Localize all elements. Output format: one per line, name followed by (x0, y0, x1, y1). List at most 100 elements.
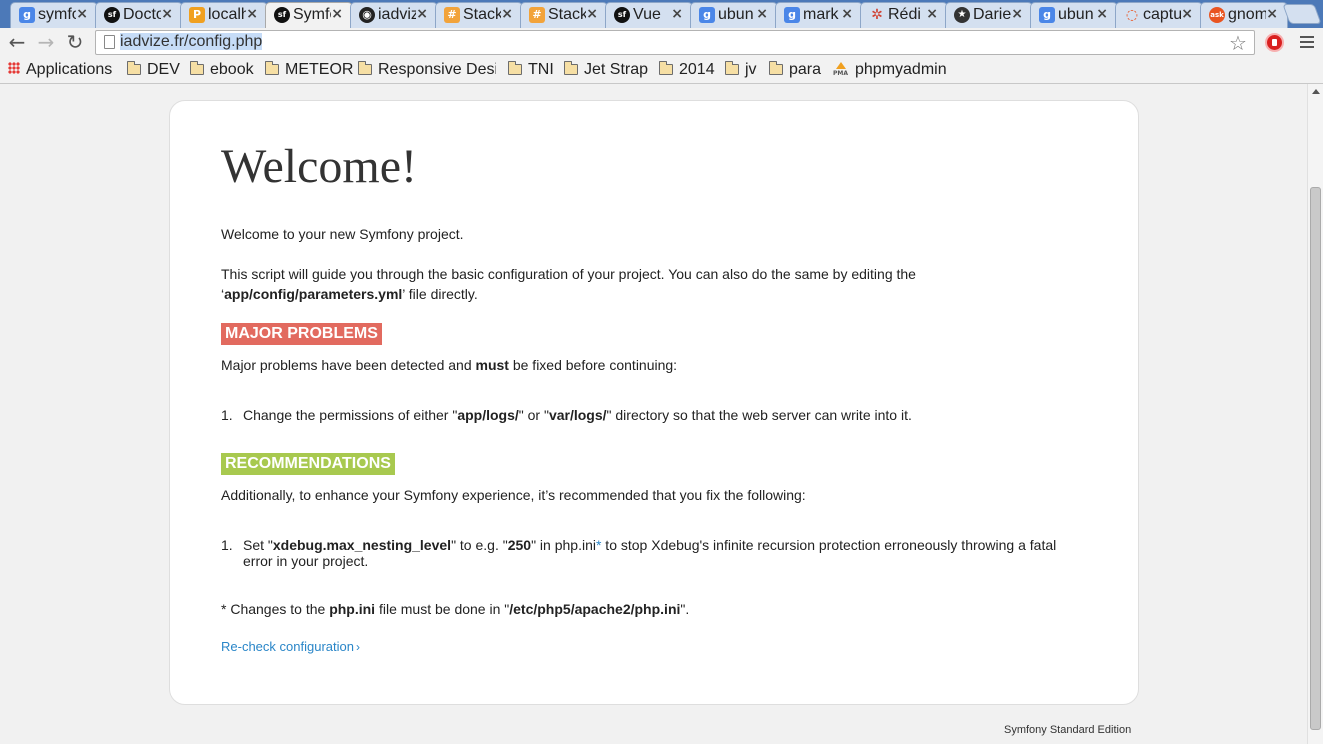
new-tab-button[interactable] (1282, 4, 1322, 24)
tab-2[interactable]: P localh × (180, 2, 268, 28)
bookmark-folder-2014[interactable]: 2014 (658, 61, 715, 79)
bookmark-folder-jet-strap[interactable]: Jet Strap (563, 61, 649, 79)
bookmarks-bar: Applications DEV ebook METEOR Responsive… (0, 57, 1323, 84)
address-bar[interactable]: iadvize.fr/config.php ☆ (95, 30, 1255, 55)
bookmark-label: phpmyadmin (855, 61, 947, 78)
bookmark-phpmyadmin[interactable]: PMA phpmyadmin (833, 61, 947, 79)
tab-1[interactable]: sf Docto × (95, 2, 183, 28)
scroll-up-arrow-icon[interactable] (1312, 89, 1320, 94)
guide-text: This script will guide you through the b… (221, 266, 916, 302)
close-icon[interactable]: × (331, 6, 343, 22)
bookmark-folder-jv[interactable]: jv (724, 61, 757, 79)
tab-label: localh (208, 6, 246, 23)
bookmark-star-icon[interactable]: ☆ (1229, 31, 1247, 55)
bookmark-folder-dev[interactable]: DEV (126, 61, 180, 79)
symfony-icon: sf (104, 7, 120, 23)
bookmark-label: jv (745, 61, 757, 78)
folder-icon (189, 61, 204, 75)
footer-edition-label: Symfony Standard Edition (1004, 724, 1132, 736)
reload-icon[interactable]: ↻ (64, 31, 86, 53)
url-text[interactable]: iadvize.fr/config.php (120, 33, 263, 51)
close-icon[interactable]: × (756, 6, 768, 22)
bookmark-folder-responsive[interactable]: Responsive Desig (358, 61, 496, 79)
bookmark-folder-ebook[interactable]: ebook (189, 61, 254, 79)
php-ini-note: * Changes to the php.ini file must be do… (221, 601, 690, 617)
tab-7[interactable]: sf Vue × (605, 2, 693, 28)
tab-14[interactable]: ask gnom × (1200, 2, 1288, 28)
bookmark-label: METEOR (285, 61, 354, 78)
tab-13[interactable]: ◌ captu × (1115, 2, 1203, 28)
close-icon[interactable]: × (161, 6, 173, 22)
folder-icon (724, 61, 739, 75)
tab-8[interactable]: g ubun × (690, 2, 778, 28)
stackoverflow-icon: # (529, 7, 545, 23)
bookmark-label: para (789, 61, 822, 78)
tab-9[interactable]: g mark × (775, 2, 863, 28)
redis-icon: ✲ (871, 7, 883, 23)
folder-icon (563, 61, 578, 75)
google-icon: g (784, 7, 800, 23)
tab-label: ubun (1058, 6, 1094, 23)
tab-0[interactable]: g symfo × (10, 2, 98, 28)
close-icon[interactable]: × (841, 6, 853, 22)
bookmark-label: Applications (26, 61, 113, 78)
stackoverflow-icon: # (444, 7, 460, 23)
config-card: Welcome! Welcome to your new Symfony pro… (169, 100, 1139, 705)
bookmark-folder-tni[interactable]: TNI (507, 61, 554, 79)
recommendations-intro: Additionally, to enhance your Symfony ex… (221, 487, 806, 503)
folder-icon (126, 61, 141, 75)
tab-5[interactable]: # Stack × (435, 2, 523, 28)
github-icon: ◉ (359, 7, 375, 23)
tab-12[interactable]: g ubun × (1030, 2, 1118, 28)
menu-icon[interactable] (1300, 36, 1314, 51)
close-icon[interactable]: × (501, 6, 513, 22)
google-icon: g (699, 7, 715, 23)
close-icon[interactable]: × (671, 6, 683, 22)
scroll-thumb[interactable] (1310, 187, 1321, 730)
folder-icon (358, 61, 372, 75)
close-icon[interactable]: × (1181, 6, 1193, 22)
adblock-extension-icon[interactable] (1265, 33, 1284, 52)
vertical-scrollbar[interactable] (1307, 84, 1323, 744)
tab-6[interactable]: # Stack × (520, 2, 608, 28)
close-icon[interactable]: × (1266, 6, 1278, 22)
tab-label: Stack (548, 6, 586, 23)
tab-3-active[interactable]: sf Symfo × (265, 2, 353, 28)
close-icon[interactable]: × (76, 6, 88, 22)
intro-text: Welcome to your new Symfony project. (221, 226, 464, 242)
tab-11[interactable]: ★ Darie × (945, 2, 1033, 28)
back-arrow-icon[interactable]: ← (6, 31, 28, 53)
askubuntu-icon: ask (1209, 7, 1225, 23)
forward-arrow-icon[interactable]: → (35, 31, 57, 53)
close-icon[interactable]: × (246, 6, 258, 22)
symfony-icon: sf (274, 7, 290, 23)
bookmark-folder-para[interactable]: para (768, 61, 822, 79)
close-icon[interactable]: × (586, 6, 598, 22)
close-icon[interactable]: × (926, 6, 938, 22)
folder-icon (264, 61, 279, 75)
apps-icon (8, 62, 20, 74)
bookmark-label: ebook (210, 61, 254, 78)
phpmyadmin-icon: PMA (833, 62, 849, 77)
tab-label: Vue (633, 6, 661, 23)
close-icon[interactable]: × (1011, 6, 1023, 22)
folder-icon (768, 61, 783, 75)
url-selection: iadvize.fr/config.php (120, 33, 263, 50)
google-icon: g (19, 7, 35, 23)
tab-label: Symfo (293, 6, 331, 23)
bookmark-folder-meteor[interactable]: METEOR (264, 61, 354, 79)
close-icon[interactable]: × (1096, 6, 1108, 22)
recheck-configuration-link[interactable]: Re-check configuration › (221, 639, 360, 654)
folder-icon (507, 61, 522, 75)
close-icon[interactable]: × (416, 6, 428, 22)
recommendations-heading: RECOMMENDATIONS (221, 453, 395, 475)
major-problems-heading: MAJOR PROBLEMS (221, 323, 382, 345)
tab-4[interactable]: ◉ iadviz × (350, 2, 438, 28)
tab-10[interactable]: ✲ Rédi × (860, 2, 948, 28)
bookmark-applications[interactable]: Applications (8, 61, 112, 79)
tab-label: iadviz (378, 6, 416, 23)
bookmark-label: DEV (147, 61, 180, 78)
bookmark-label: Jet Strap (584, 61, 649, 78)
tab-label: symfo (38, 6, 76, 23)
tab-label: Docto (123, 6, 161, 23)
